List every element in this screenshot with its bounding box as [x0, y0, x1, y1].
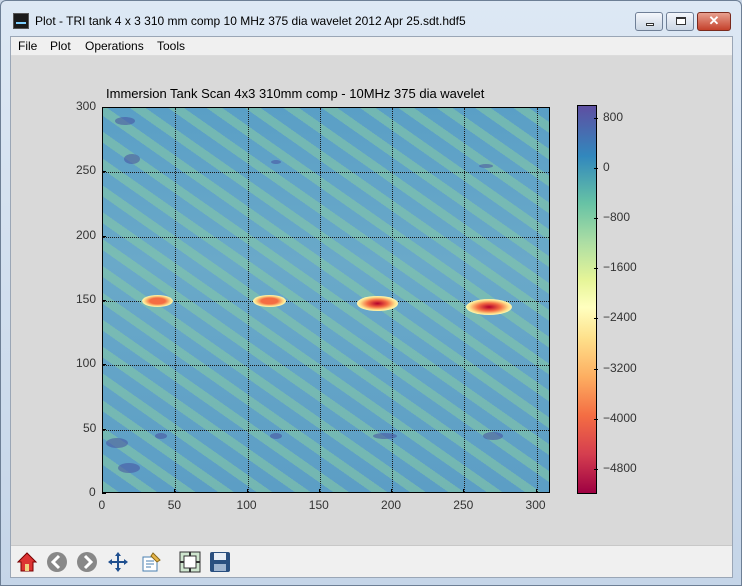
pan-icon[interactable] — [106, 550, 130, 574]
y-tick-label: 0 — [89, 485, 96, 499]
x-tick-mark — [535, 489, 537, 493]
home-icon[interactable] — [15, 550, 39, 574]
x-tick-label: 250 — [453, 498, 474, 512]
plot-title: Immersion Tank Scan 4x3 310mm comp - 10M… — [106, 86, 485, 101]
colorbar — [577, 105, 597, 494]
background-spot — [154, 433, 167, 440]
background-spot — [114, 116, 135, 125]
y-tick-label: 150 — [76, 292, 97, 306]
indication-2 — [252, 294, 286, 308]
y-tick-mark — [102, 364, 106, 366]
menu-file[interactable]: File — [18, 39, 37, 53]
x-tick-label: 100 — [236, 498, 257, 512]
x-tick-mark — [318, 489, 320, 493]
maximize-icon — [676, 17, 686, 25]
grid-line-y — [103, 172, 549, 174]
x-tick-mark — [246, 489, 248, 493]
colorbar-tick-label: −4000 — [603, 410, 637, 425]
configure-subplots-icon[interactable] — [178, 550, 202, 574]
colorbar-tick-mark — [594, 117, 598, 119]
menu-tools[interactable]: Tools — [157, 39, 185, 53]
y-tick-mark — [102, 171, 106, 173]
menu-operations[interactable]: Operations — [85, 39, 144, 53]
heatmap-axes[interactable] — [102, 107, 550, 493]
colorbar-tick-label: 800 — [603, 109, 624, 124]
client-area: File Plot Operations Tools Immersion Tan… — [10, 36, 733, 578]
grid-line-x — [319, 108, 321, 492]
x-tick-mark — [174, 489, 176, 493]
colorbar-tick-label: −4800 — [603, 460, 637, 475]
background-spot — [372, 433, 397, 440]
colorbar-tick-label: −800 — [603, 209, 631, 224]
grid-line-y — [103, 429, 549, 431]
y-tick-label: 250 — [76, 163, 97, 178]
grid-line-y — [103, 365, 549, 367]
x-tick-label: 300 — [525, 498, 546, 512]
maximize-button[interactable] — [666, 12, 694, 31]
x-tick-label: 150 — [308, 498, 329, 512]
menu-plot[interactable]: Plot — [50, 39, 71, 53]
x-tick-mark — [391, 489, 393, 493]
close-button[interactable]: ✕ — [697, 12, 731, 31]
y-tick-mark — [102, 300, 106, 301]
x-tick-mark — [463, 489, 465, 493]
y-tick-label: 50 — [83, 420, 97, 435]
x-tick-label: 0 — [98, 498, 106, 512]
plot-window: Plot - TRI tank 4 x 3 310 mm comp 10 MHz… — [0, 0, 742, 586]
grid-line-x — [175, 108, 177, 492]
save-icon[interactable] — [208, 550, 232, 574]
forward-icon[interactable] — [75, 550, 99, 574]
background-spot — [106, 437, 129, 448]
colorbar-tick-label: 0 — [603, 159, 610, 174]
indication-3 — [357, 296, 398, 311]
colorbar-tick-label: −2400 — [603, 310, 637, 325]
grid-line-y — [103, 236, 549, 238]
grid-line-x — [247, 108, 249, 492]
colorbar-tick-mark — [594, 418, 598, 420]
figure-canvas[interactable]: Immersion Tank Scan 4x3 310mm comp - 10M… — [11, 57, 732, 545]
x-tick-label: 50 — [167, 498, 182, 512]
minimize-button[interactable] — [635, 12, 663, 31]
colorbar-tick-label: −3200 — [603, 360, 637, 375]
close-icon: ✕ — [708, 13, 720, 28]
back-icon[interactable] — [45, 550, 69, 574]
colorbar-tick-mark — [594, 167, 598, 169]
grid-line-x — [536, 108, 538, 492]
app-icon — [13, 13, 29, 29]
colorbar-tick-label: −1600 — [603, 260, 637, 275]
x-tick-label: 200 — [381, 498, 402, 512]
title-bar[interactable]: Plot - TRI tank 4 x 3 310 mm comp 10 MHz… — [1, 1, 741, 35]
menu-bar: File Plot Operations Tools — [11, 37, 732, 56]
background-spot — [478, 163, 493, 168]
y-tick-label: 300 — [76, 99, 97, 113]
y-tick-mark — [102, 493, 106, 494]
y-tick-mark — [102, 235, 106, 237]
minimize-icon — [646, 23, 654, 26]
y-tick-mark — [102, 428, 106, 430]
colorbar-tick-mark — [594, 468, 598, 470]
grid-line-x — [464, 108, 466, 492]
zoom-icon[interactable] — [139, 550, 163, 574]
colorbar-tick-mark — [594, 268, 598, 270]
y-tick-label: 100 — [76, 356, 97, 371]
colorbar-tick-mark — [594, 368, 598, 370]
navigation-toolbar — [11, 545, 732, 577]
colorbar-tick-mark — [594, 318, 598, 320]
y-tick-label: 200 — [76, 227, 97, 242]
window-title: Plot - TRI tank 4 x 3 310 mm comp 10 MHz… — [35, 14, 466, 28]
y-tick-mark — [102, 107, 106, 108]
colorbar-tick-mark — [594, 217, 598, 219]
